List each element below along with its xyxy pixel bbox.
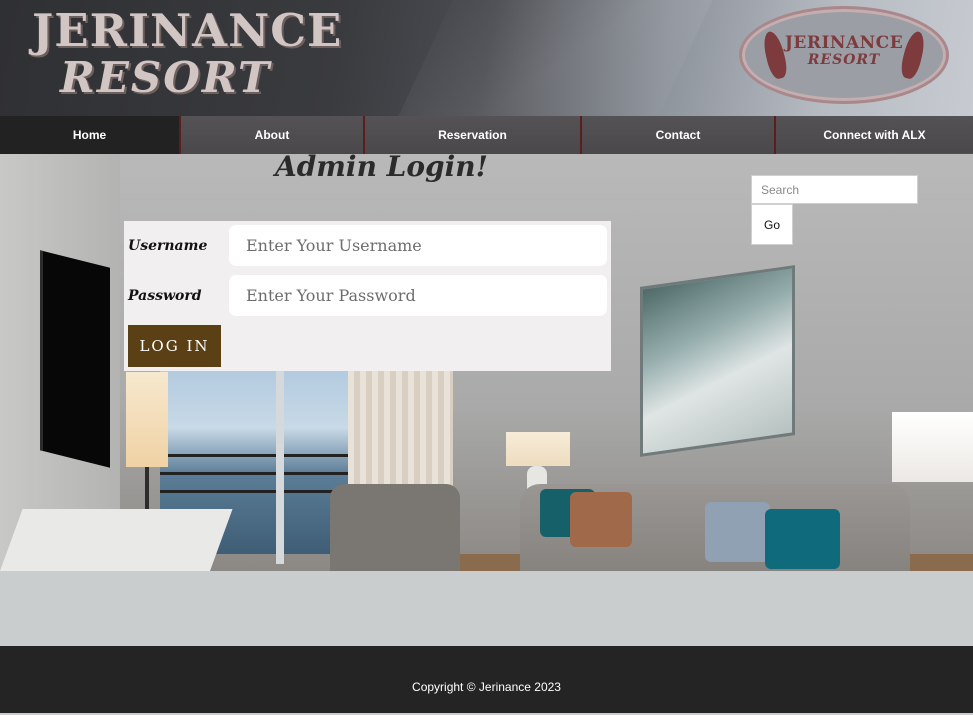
window-frame [276, 344, 284, 564]
balcony-railing [160, 454, 355, 457]
search-input[interactable] [751, 175, 918, 204]
username-input[interactable] [229, 225, 607, 266]
main-nav: Home About Reservation Contact Connect w… [0, 116, 973, 154]
room-desk [0, 509, 233, 571]
admin-login-form: Username Password LOG IN [124, 221, 611, 371]
badge-line-1: JERINANCE [784, 33, 904, 53]
badge-text: JERINANCE RESORT [742, 33, 946, 68]
pillow [570, 492, 632, 547]
table-lamp [506, 432, 570, 466]
password-label: Password [128, 288, 202, 304]
badge-line-2: RESORT [807, 51, 881, 68]
page-title: Admin Login! [275, 150, 488, 183]
copyright-text: Copyright © Jerinance 2023 [412, 680, 561, 694]
search-go-button[interactable]: Go [751, 204, 793, 245]
resort-badge-logo: JERINANCE RESORT [739, 6, 949, 104]
nav-item-home[interactable]: Home [0, 116, 181, 154]
nav-item-about[interactable]: About [181, 116, 365, 154]
wall-tv [40, 250, 110, 468]
floor-lamp [126, 372, 168, 467]
login-button[interactable]: LOG IN [128, 325, 221, 367]
site-logo[interactable]: JERINANCE RESORT [32, 8, 342, 99]
logo-line-2: RESORT [60, 53, 272, 102]
pillow [705, 502, 770, 562]
nav-item-contact[interactable]: Contact [582, 116, 776, 154]
logo-line-1: JERINANCE [32, 4, 343, 57]
site-header: JERINANCE RESORT JERINANCE RESORT [0, 0, 973, 116]
pillow [765, 509, 840, 569]
armchair [330, 484, 460, 571]
username-label: Username [128, 238, 208, 254]
header-shine [368, 0, 732, 116]
nav-item-reservation[interactable]: Reservation [365, 116, 582, 154]
site-footer: Copyright © Jerinance 2023 [0, 646, 973, 713]
side-lamp [892, 412, 973, 482]
password-input[interactable] [229, 275, 607, 316]
wall-painting [640, 265, 795, 457]
nav-item-connect-alx[interactable]: Connect with ALX [776, 116, 973, 154]
